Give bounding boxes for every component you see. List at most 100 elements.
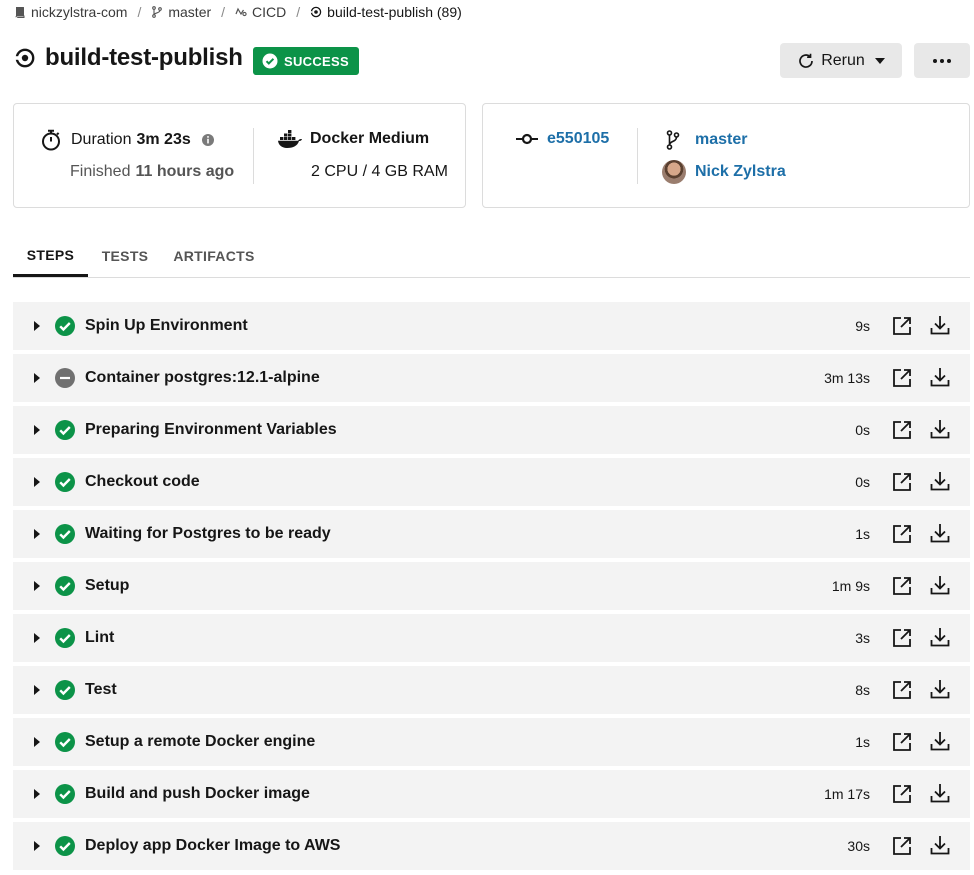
breadcrumb: nickzylstra-com / master / CICD / build-… bbox=[14, 3, 462, 21]
open-in-new-icon[interactable] bbox=[892, 472, 912, 492]
breadcrumb-org[interactable]: nickzylstra-com bbox=[14, 4, 127, 20]
job-icon bbox=[14, 48, 35, 68]
step-row[interactable]: Setup a remote Docker engine 1s bbox=[13, 718, 970, 766]
step-row[interactable]: Setup 1m 9s bbox=[13, 562, 970, 610]
chevron-right-icon[interactable] bbox=[34, 789, 40, 799]
chevron-right-icon[interactable] bbox=[34, 581, 40, 591]
step-duration: 0s bbox=[855, 474, 870, 490]
step-row[interactable]: Spin Up Environment 9s bbox=[13, 302, 970, 350]
step-row[interactable]: Checkout code 0s bbox=[13, 458, 970, 506]
branch-icon bbox=[666, 130, 680, 150]
breadcrumb-branch[interactable]: master bbox=[151, 4, 211, 20]
open-in-new-icon[interactable] bbox=[892, 368, 912, 388]
download-icon[interactable] bbox=[930, 679, 950, 699]
chevron-right-icon[interactable] bbox=[34, 841, 40, 851]
breadcrumb-branch-label: master bbox=[168, 4, 212, 20]
chevron-right-icon[interactable] bbox=[34, 685, 40, 695]
open-in-new-icon[interactable] bbox=[892, 732, 912, 752]
download-icon[interactable] bbox=[930, 315, 950, 335]
open-in-new-icon[interactable] bbox=[892, 680, 912, 700]
branch-icon bbox=[152, 6, 163, 18]
breadcrumb-job: build-test-publish (89) bbox=[310, 4, 462, 20]
open-in-new-icon[interactable] bbox=[892, 576, 912, 596]
rerun-label: Rerun bbox=[821, 51, 865, 69]
breadcrumb-separator: / bbox=[296, 4, 301, 20]
tab-artifacts[interactable]: ARTIFACTS bbox=[167, 236, 261, 276]
step-row[interactable]: Lint 3s bbox=[13, 614, 970, 662]
duration-executor-card: Duration 3m 23s Finished 11 hours ago Do… bbox=[13, 103, 466, 208]
download-icon[interactable] bbox=[930, 575, 950, 595]
step-duration: 1s bbox=[855, 526, 870, 542]
chevron-right-icon[interactable] bbox=[34, 425, 40, 435]
step-row[interactable]: Test 8s bbox=[13, 666, 970, 714]
step-duration: 9s bbox=[855, 318, 870, 334]
more-actions-button[interactable] bbox=[914, 43, 970, 78]
neutral-status-icon bbox=[55, 368, 75, 388]
download-icon[interactable] bbox=[930, 627, 950, 647]
success-check-icon bbox=[55, 576, 75, 596]
step-duration: 1m 9s bbox=[831, 578, 870, 594]
chevron-right-icon[interactable] bbox=[34, 477, 40, 487]
breadcrumb-job-label: build-test-publish (89) bbox=[327, 4, 462, 20]
duration-label: Duration bbox=[71, 131, 132, 148]
step-name: Preparing Environment Variables bbox=[85, 421, 337, 438]
chevron-right-icon[interactable] bbox=[34, 737, 40, 747]
breadcrumb-separator: / bbox=[137, 4, 142, 20]
open-in-new-icon[interactable] bbox=[892, 316, 912, 336]
avatar bbox=[662, 160, 686, 184]
step-name: Container postgres:12.1-alpine bbox=[85, 369, 320, 386]
step-duration: 1s bbox=[855, 734, 870, 750]
breadcrumb-project-label: CICD bbox=[252, 4, 287, 20]
download-icon[interactable] bbox=[930, 523, 950, 543]
stopwatch-icon bbox=[42, 129, 60, 151]
step-name: Lint bbox=[85, 629, 115, 646]
open-in-new-icon[interactable] bbox=[892, 784, 912, 804]
commit-link[interactable]: e550105 bbox=[547, 130, 609, 148]
success-check-icon bbox=[55, 472, 75, 492]
chevron-right-icon[interactable] bbox=[34, 373, 40, 383]
step-name: Setup bbox=[85, 577, 130, 594]
chevron-right-icon[interactable] bbox=[34, 529, 40, 539]
step-duration: 30s bbox=[847, 838, 870, 854]
download-icon[interactable] bbox=[930, 367, 950, 387]
success-check-icon bbox=[55, 524, 75, 544]
page-title: build-test-publish bbox=[14, 44, 243, 72]
download-icon[interactable] bbox=[930, 731, 950, 751]
chevron-right-icon[interactable] bbox=[34, 633, 40, 643]
tab-tests[interactable]: TESTS bbox=[93, 236, 157, 276]
open-in-new-icon[interactable] bbox=[892, 524, 912, 544]
step-duration: 3s bbox=[855, 630, 870, 646]
author-row: Nick Zylstra bbox=[662, 160, 786, 184]
tab-bar: STEPS TESTS ARTIFACTS bbox=[13, 236, 970, 278]
author-link[interactable]: Nick Zylstra bbox=[695, 163, 786, 181]
breadcrumb-project[interactable]: CICD bbox=[235, 4, 286, 20]
tab-steps[interactable]: STEPS bbox=[13, 236, 88, 277]
chevron-down-icon bbox=[874, 57, 885, 64]
step-row[interactable]: Build and push Docker image 1m 17s bbox=[13, 770, 970, 818]
step-row[interactable]: Deploy app Docker Image to AWS 30s bbox=[13, 822, 970, 870]
download-icon[interactable] bbox=[930, 783, 950, 803]
download-icon[interactable] bbox=[930, 835, 950, 855]
info-icon[interactable] bbox=[201, 133, 215, 147]
commit-branch-card: e550105 master Nick Zylstra bbox=[482, 103, 970, 208]
step-name: Build and push Docker image bbox=[85, 785, 310, 802]
status-badge: SUCCESS bbox=[253, 47, 359, 75]
step-duration: 8s bbox=[855, 682, 870, 698]
open-in-new-icon[interactable] bbox=[892, 628, 912, 648]
success-check-icon bbox=[55, 784, 75, 804]
step-name: Deploy app Docker Image to AWS bbox=[85, 837, 341, 854]
step-name: Test bbox=[85, 681, 117, 698]
rerun-button[interactable]: Rerun bbox=[780, 43, 902, 78]
branch-link[interactable]: master bbox=[695, 131, 747, 149]
open-in-new-icon[interactable] bbox=[892, 420, 912, 440]
finished-row: Finished 11 hours ago bbox=[70, 163, 234, 181]
open-in-new-icon[interactable] bbox=[892, 836, 912, 856]
download-icon[interactable] bbox=[930, 419, 950, 439]
step-row[interactable]: Preparing Environment Variables 0s bbox=[13, 406, 970, 454]
step-row[interactable]: Waiting for Postgres to be ready 1s bbox=[13, 510, 970, 558]
workflow-icon bbox=[235, 7, 247, 17]
executor-spec-row: 2 CPU / 4 GB RAM bbox=[311, 163, 448, 181]
chevron-right-icon[interactable] bbox=[34, 321, 40, 331]
step-row[interactable]: Container postgres:12.1-alpine 3m 13s bbox=[13, 354, 970, 402]
download-icon[interactable] bbox=[930, 471, 950, 491]
